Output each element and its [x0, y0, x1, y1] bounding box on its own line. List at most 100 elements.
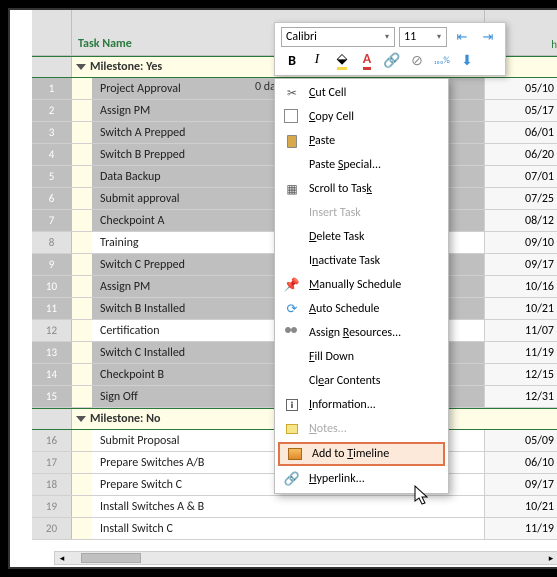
fill-color-button[interactable]: ⬙ [331, 49, 353, 71]
row-number[interactable]: 20 [32, 518, 72, 539]
row-number[interactable]: 6 [32, 188, 72, 209]
horizontal-scrollbar[interactable]: ◂ ▸ [54, 551, 557, 565]
task-name-text: Project Approval [92, 82, 181, 96]
task-name-text: Assign PM [92, 280, 150, 294]
date-cell[interactable]: 05/10 [485, 78, 557, 99]
date-cell[interactable]: 06/20 [485, 144, 557, 165]
date-cell[interactable]: 06/10 [485, 452, 557, 473]
row-number[interactable]: 18 [32, 474, 72, 495]
timeline-icon [286, 445, 304, 463]
group-rownum [32, 57, 72, 77]
row-number[interactable]: 2 [32, 100, 72, 121]
row-number[interactable]: 5 [32, 166, 72, 187]
context-menu: Cut Cell Copy Cell Paste Paste Special..… [274, 78, 449, 494]
bold-button[interactable]: B [281, 49, 303, 71]
date-cell[interactable]: 10/21 [485, 298, 557, 319]
row-number[interactable]: 10 [32, 276, 72, 297]
menu-fill-down[interactable]: Fill Down [277, 345, 446, 369]
collapse-icon[interactable] [76, 416, 86, 422]
row-number[interactable]: 16 [32, 430, 72, 451]
note-icon [283, 420, 301, 438]
menu-information[interactable]: iInformation... [277, 393, 446, 417]
date-cell[interactable]: 12/31 [485, 386, 557, 407]
menu-copy-cell[interactable]: Copy Cell [277, 105, 446, 129]
date-cell[interactable]: 06/01 [485, 122, 557, 143]
menu-paste[interactable]: Paste [277, 129, 446, 153]
row-number[interactable]: 9 [32, 254, 72, 275]
date-cell[interactable]: 12/15 [485, 364, 557, 385]
row-number[interactable]: 17 [32, 452, 72, 473]
menu-cut-cell[interactable]: Cut Cell [277, 81, 446, 105]
row-number[interactable]: 3 [32, 122, 72, 143]
unlink-button[interactable]: ⊘ [406, 49, 428, 71]
menu-clear-contents[interactable]: Clear Contents [277, 369, 446, 393]
cursor-icon [414, 485, 432, 507]
group-rownum [32, 409, 72, 429]
outdent-button[interactable]: ⇤ [451, 26, 473, 48]
date-cell[interactable]: 11/19 [485, 342, 557, 363]
chevron-down-icon[interactable]: ▾ [381, 29, 393, 45]
percent-complete-button[interactable]: ₁₀₀% [431, 49, 453, 71]
font-size-select[interactable]: 11 ▾ [399, 27, 447, 47]
task-name-text: Submit approval [92, 192, 180, 206]
task-name-text: Checkpoint B [92, 368, 164, 382]
scroll-right-arrow[interactable]: ▸ [544, 552, 557, 564]
row-number[interactable]: 1 [32, 78, 72, 99]
task-name-text: Switch B Prepped [92, 148, 185, 162]
task-name-text: Submit Proposal [92, 434, 180, 448]
row-number[interactable]: 19 [32, 496, 72, 517]
people-icon [283, 324, 301, 342]
collapse-icon[interactable] [76, 64, 86, 70]
font-name-select[interactable]: Calibri ▾ [281, 27, 395, 47]
menu-inactivate-task[interactable]: Inactivate Task [277, 249, 446, 273]
scroll-thumb[interactable] [81, 553, 141, 563]
row-number[interactable]: 8 [32, 232, 72, 253]
task-name-text: Install Switches A & B [92, 500, 204, 514]
date-cell[interactable]: 11/07 [485, 320, 557, 341]
row-number[interactable]: 13 [32, 342, 72, 363]
row-number[interactable]: 15 [32, 386, 72, 407]
date-cell[interactable]: 09/10 [485, 232, 557, 253]
row-number[interactable]: 12 [32, 320, 72, 341]
font-color-button[interactable]: A [356, 49, 378, 71]
task-drilldown-button[interactable]: ⬇ [456, 49, 478, 71]
table-row[interactable]: 20Install Switch C11/19 [32, 518, 557, 540]
row-number[interactable]: 4 [32, 144, 72, 165]
task-name-header-label: Task Name [78, 37, 132, 51]
menu-paste-special[interactable]: Paste Special... [277, 153, 446, 177]
menu-scroll-to-task[interactable]: ▦Scroll to Task [277, 177, 446, 201]
task-name-text: Prepare Switches A/B [92, 456, 204, 470]
task-name-text: Switch C Installed [92, 346, 185, 360]
task-name-text: Assign PM [92, 104, 150, 118]
date-cell[interactable]: 07/25 [485, 188, 557, 209]
menu-delete-task[interactable]: Delete Task [277, 225, 446, 249]
scroll-icon: ▦ [283, 180, 301, 198]
info-icon: i [283, 396, 301, 414]
date-cell[interactable]: 10/21 [485, 496, 557, 517]
date-cell[interactable]: 09/17 [485, 254, 557, 275]
scissors-icon [283, 84, 301, 102]
date-cell[interactable]: 08/12 [485, 210, 557, 231]
date-cell[interactable]: 05/17 [485, 100, 557, 121]
task-name-cell[interactable]: Install Switch C [72, 518, 485, 539]
date-cell[interactable]: 05/09 [485, 430, 557, 451]
date-cell[interactable]: 11/19 [485, 518, 557, 539]
scroll-left-arrow[interactable]: ◂ [55, 552, 69, 564]
indent-button[interactable]: ⇥ [477, 26, 499, 48]
menu-assign-resources[interactable]: Assign Resources... [277, 321, 446, 345]
date-cell[interactable]: 10/16 [485, 276, 557, 297]
row-number[interactable]: 11 [32, 298, 72, 319]
date-cell[interactable]: 09/17 [485, 474, 557, 495]
chevron-down-icon[interactable]: ▾ [433, 29, 445, 45]
row-number[interactable]: 7 [32, 210, 72, 231]
italic-button[interactable]: I [306, 49, 328, 71]
row-number[interactable]: 14 [32, 364, 72, 385]
table-row[interactable]: 19 Install Switches A & B 10/21 [32, 496, 557, 518]
pin-icon: 📌 [283, 276, 301, 294]
menu-add-to-timeline[interactable]: Add to Timeline [278, 442, 445, 466]
link-button[interactable]: 🔗 [381, 49, 403, 71]
menu-manually-schedule[interactable]: 📌Manually Schedule [277, 273, 446, 297]
menu-auto-schedule[interactable]: ⟳Auto Schedule [277, 297, 446, 321]
date-cell[interactable]: 07/01 [485, 166, 557, 187]
row-number-header[interactable] [32, 10, 72, 55]
